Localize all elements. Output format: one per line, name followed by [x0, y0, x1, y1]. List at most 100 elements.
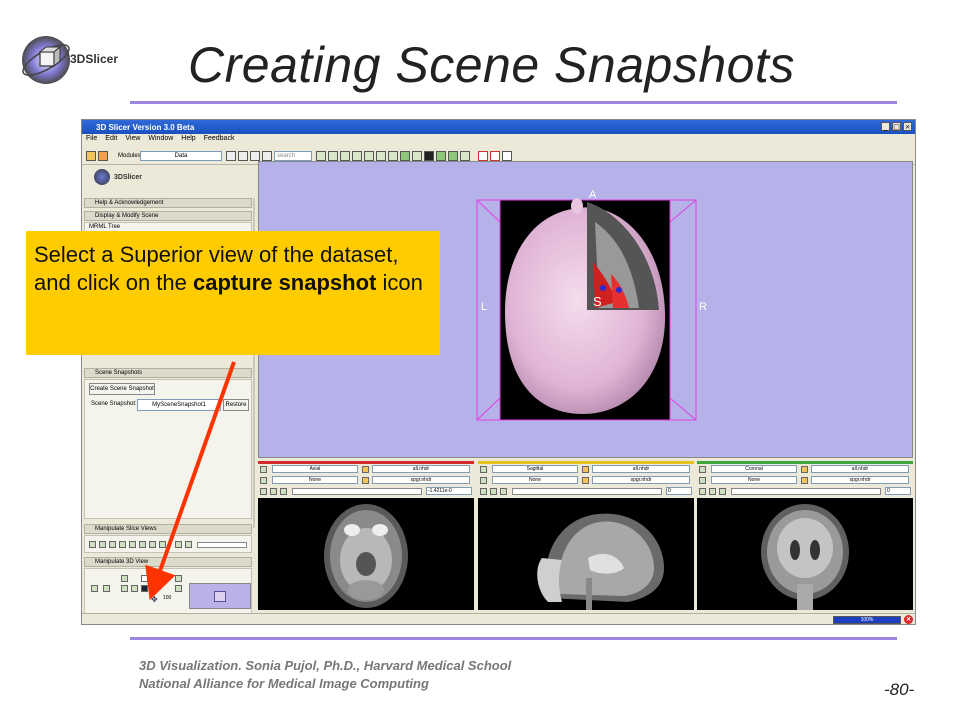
pick-icon[interactable] — [490, 151, 500, 161]
close-button[interactable]: × — [903, 122, 912, 131]
visibility-icon[interactable] — [175, 585, 182, 592]
coronal-slice-view[interactable] — [697, 498, 913, 610]
view-axis-icon[interactable] — [131, 585, 138, 592]
coronal-background-select[interactable]: all.nhdr — [811, 465, 909, 473]
3d-view-thumbnail[interactable] — [189, 583, 251, 609]
home-icon[interactable] — [86, 151, 96, 161]
visibility-icon[interactable] — [480, 488, 487, 495]
layer-icon[interactable] — [582, 477, 589, 484]
forward-arrow-icon[interactable] — [238, 151, 248, 161]
stereo-icon[interactable] — [175, 575, 182, 582]
module-list-icon[interactable] — [250, 151, 260, 161]
fit-icon[interactable] — [500, 488, 507, 495]
foreground-icon[interactable] — [260, 477, 267, 484]
layer-icon[interactable] — [582, 466, 589, 473]
create-scene-snapshot-button[interactable]: Create Scene Snapshot — [89, 383, 155, 395]
undo-icon[interactable] — [436, 151, 446, 161]
fit-icon[interactable] — [719, 488, 726, 495]
foreground-icon[interactable] — [699, 477, 706, 484]
slice-control-icon[interactable] — [149, 541, 156, 548]
slice-control-icon[interactable] — [119, 541, 126, 548]
sagittal-label-select[interactable]: spgr.nhdr — [592, 476, 690, 484]
link-icon[interactable] — [490, 488, 497, 495]
sagittal-background-select[interactable]: all.nhdr — [592, 465, 690, 473]
slice-control-icon[interactable] — [89, 541, 96, 548]
menu-file[interactable]: File — [86, 135, 97, 146]
sagittal-foreground-select[interactable]: None — [492, 476, 578, 484]
view-layout-icon[interactable] — [328, 151, 338, 161]
transform-icon[interactable] — [502, 151, 512, 161]
menu-feedback[interactable]: Feedback — [204, 135, 235, 146]
slice-menu-icon[interactable] — [260, 466, 267, 473]
maximize-button[interactable]: □ — [892, 122, 901, 131]
coronal-slice-slider[interactable] — [731, 488, 881, 495]
visibility-icon[interactable] — [260, 488, 267, 495]
slice-control-icon[interactable] — [109, 541, 116, 548]
sagittal-offset-value[interactable]: 0 — [666, 487, 692, 495]
section-help[interactable]: Help & Acknowledgement — [84, 198, 252, 208]
restore-button[interactable]: Restore — [223, 399, 249, 411]
view-layout-icon[interactable] — [340, 151, 350, 161]
coronal-orientation-select[interactable]: Coronal — [711, 465, 797, 473]
search-modules-input[interactable]: search modules — [274, 151, 312, 168]
section-manipulate-3d-view[interactable]: Manipulate 3D View — [84, 557, 252, 567]
view-superior-icon[interactable] — [141, 575, 148, 582]
slice-menu-icon[interactable] — [699, 466, 706, 473]
menu-window[interactable]: Window — [148, 135, 173, 146]
section-scene-snapshots[interactable]: Scene Snapshots — [84, 368, 252, 378]
axial-label-select[interactable]: spgr.nhdr — [372, 476, 470, 484]
view-axis-icon[interactable] — [91, 585, 98, 592]
view-layout-icon[interactable] — [364, 151, 374, 161]
view-axis-icon[interactable] — [161, 575, 168, 582]
sagittal-slice-slider[interactable] — [512, 488, 662, 495]
section-display-modify-scene[interactable]: Display & Modify Scene — [84, 211, 252, 221]
modules-select[interactable]: Data — [140, 151, 222, 161]
view-axis-icon[interactable] — [103, 585, 110, 592]
view-layout-icon[interactable] — [388, 151, 398, 161]
axial-slice-view[interactable] — [258, 498, 474, 610]
onedim-view-icon[interactable] — [424, 151, 434, 161]
axial-offset-value[interactable]: -1.4211e-0 — [426, 487, 472, 495]
layer-icon[interactable] — [801, 477, 808, 484]
coronal-label-select[interactable]: spgr.nhdr — [811, 476, 909, 484]
pan-icon[interactable]: ✥ — [151, 595, 158, 604]
view-layout-icon[interactable] — [412, 151, 422, 161]
sagittal-orientation-select[interactable]: Sagittal — [492, 465, 578, 473]
fiducial-icon[interactable] — [478, 151, 488, 161]
visibility-icon[interactable] — [699, 488, 706, 495]
layer-icon[interactable] — [362, 466, 369, 473]
axial-foreground-select[interactable]: None — [272, 476, 358, 484]
slice-control-icon[interactable] — [175, 541, 182, 548]
scene-snapshot-select[interactable]: MySceneSnapshot1 — [137, 399, 221, 411]
view-layout-icon[interactable] — [316, 151, 326, 161]
menu-view[interactable]: View — [125, 135, 140, 146]
coronal-foreground-select[interactable]: None — [711, 476, 797, 484]
menu-edit[interactable]: Edit — [105, 135, 117, 146]
rotate-icon[interactable] — [121, 575, 128, 582]
slice-slider[interactable] — [197, 542, 247, 548]
back-arrow-icon[interactable] — [226, 151, 236, 161]
axial-slice-slider[interactable] — [292, 488, 422, 495]
link-icon[interactable] — [270, 488, 277, 495]
redo-icon[interactable] — [448, 151, 458, 161]
compare-view-icon[interactable] — [400, 151, 410, 161]
slice-menu-icon[interactable] — [480, 466, 487, 473]
link-icon[interactable] — [709, 488, 716, 495]
slice-control-icon[interactable] — [185, 541, 192, 548]
view-layout-icon[interactable] — [460, 151, 470, 161]
axial-orientation-select[interactable]: Axial — [272, 465, 358, 473]
load-icon[interactable] — [98, 151, 108, 161]
error-log-icon[interactable]: × — [904, 615, 913, 624]
view-layout-icon[interactable] — [376, 151, 386, 161]
sagittal-slice-view[interactable] — [478, 498, 694, 610]
coronal-offset-value[interactable]: 0 — [885, 487, 911, 495]
search-icon[interactable] — [262, 151, 272, 161]
minimize-button[interactable]: _ — [881, 122, 890, 131]
menu-help[interactable]: Help — [181, 135, 195, 146]
slice-control-icon[interactable] — [139, 541, 146, 548]
fit-icon[interactable] — [280, 488, 287, 495]
axial-background-select[interactable]: all.nhdr — [372, 465, 470, 473]
layer-icon[interactable] — [801, 466, 808, 473]
slice-control-icon[interactable] — [159, 541, 166, 548]
foreground-icon[interactable] — [480, 477, 487, 484]
